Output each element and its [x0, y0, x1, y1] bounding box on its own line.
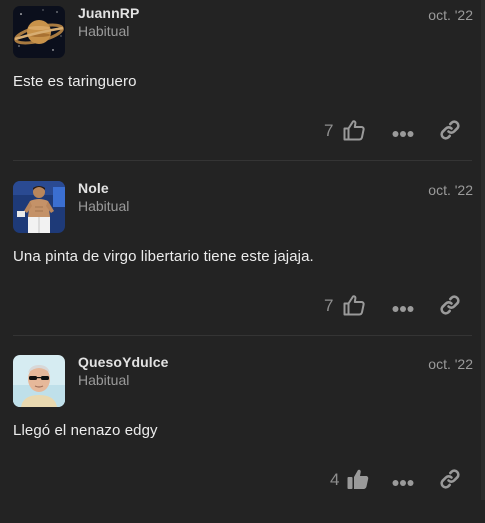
more-options-button[interactable] — [392, 126, 414, 137]
link-icon — [440, 469, 460, 489]
user-rank: Habitual — [78, 23, 130, 39]
username[interactable]: QuesoYdulce — [78, 354, 169, 370]
copy-link-button[interactable] — [439, 294, 461, 316]
avatar[interactable] — [13, 355, 65, 407]
copy-link-button[interactable] — [439, 468, 461, 490]
more-options-button[interactable] — [392, 475, 414, 486]
avatar[interactable] — [13, 6, 65, 58]
ellipsis-icon — [392, 480, 414, 486]
thumbs-up-icon — [343, 295, 365, 316]
link-icon — [440, 120, 460, 140]
post-body: Llegó el nenazo edgy — [13, 422, 158, 439]
link-icon — [440, 295, 460, 315]
thumbs-up-filled-icon — [347, 469, 369, 489]
post-date[interactable]: oct. '22 — [428, 356, 473, 372]
shirtless-tennis-player-avatar-icon — [13, 181, 65, 233]
post-body: Este es taringuero — [13, 73, 137, 90]
username[interactable]: JuannRP — [78, 5, 139, 21]
username[interactable]: Nole — [78, 180, 109, 196]
post-divider — [13, 335, 472, 336]
copy-link-button[interactable] — [439, 119, 461, 141]
man-with-sunglasses-avatar-icon — [13, 355, 65, 407]
reply-post: Nole Habitual oct. '22 Una pinta de virg… — [0, 175, 485, 349]
reply-post: JuannRP Habitual oct. '22 Este es taring… — [0, 0, 485, 174]
post-divider — [13, 160, 472, 161]
like-button[interactable] — [346, 467, 370, 491]
like-button[interactable] — [342, 293, 366, 317]
post-date[interactable]: oct. '22 — [428, 182, 473, 198]
like-count: 4 — [330, 470, 340, 489]
like-count: 7 — [324, 296, 334, 315]
reply-post: QuesoYdulce Habitual oct. '22 Llegó el n… — [0, 349, 485, 523]
ellipsis-icon — [392, 131, 414, 137]
ellipsis-icon — [392, 306, 414, 312]
user-rank: Habitual — [78, 198, 130, 214]
like-button[interactable] — [342, 118, 366, 142]
user-rank: Habitual — [78, 372, 130, 388]
post-date[interactable]: oct. '22 — [428, 7, 473, 23]
like-count: 7 — [324, 121, 334, 140]
post-body: Una pinta de virgo libertario tiene este… — [13, 248, 314, 265]
thumbs-up-icon — [343, 120, 365, 141]
more-options-button[interactable] — [392, 301, 414, 312]
saturn-avatar-icon — [13, 6, 65, 58]
avatar[interactable] — [13, 181, 65, 233]
